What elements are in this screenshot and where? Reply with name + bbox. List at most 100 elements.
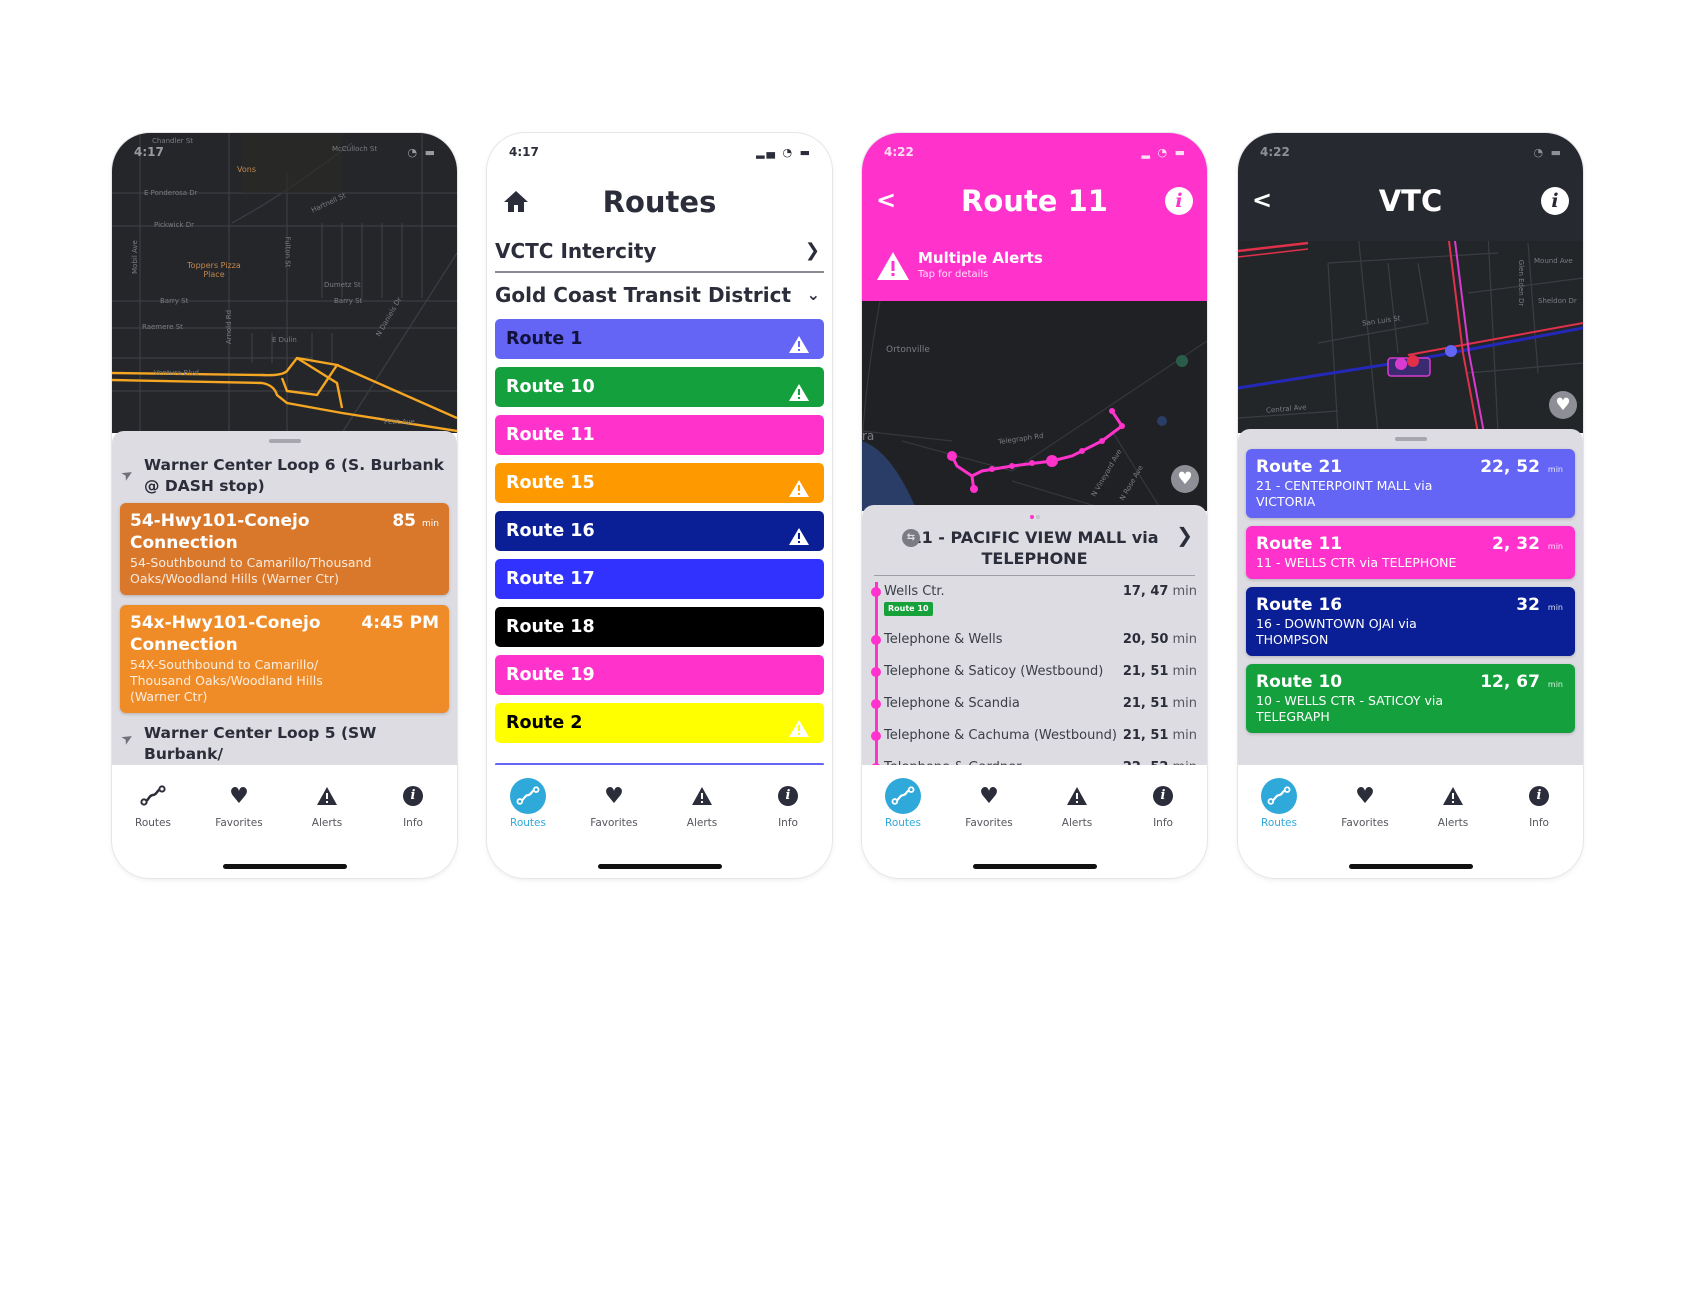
tab-label: Alerts (1437, 817, 1469, 829)
alert-subtitle: Tap for details (918, 269, 989, 280)
favorite-button[interactable]: ♥ (1549, 391, 1577, 419)
chevron-right-icon[interactable]: ❯ (1176, 525, 1193, 546)
home-button[interactable] (503, 189, 529, 217)
alert-icon (788, 473, 810, 513)
heart-icon: ♥ (1177, 469, 1193, 489)
route-item[interactable]: Route 18 (495, 607, 824, 647)
stop-name: Telephone & Saticoy (Westbound) (884, 664, 1104, 679)
arrival-card[interactable]: 54-Hwy101-Conejo Connection 85 min 54-Sou… (120, 503, 449, 595)
alert-icon (788, 521, 810, 561)
arrival-card[interactable]: 54x-Hwy101-Conejo Connection 4:45 PM 54X… (120, 605, 449, 713)
stops-sheet[interactable]: ⇆ 11 - PACIFIC VIEW MALL via TELEPHONE ❯… (862, 505, 1207, 765)
tab-alerts[interactable]: Alerts (667, 779, 737, 829)
route-item[interactable]: Route 16 (495, 511, 824, 551)
tab-label: Info (1153, 817, 1173, 829)
tab-label: Routes (510, 817, 546, 829)
route-item[interactable]: Route 2 (495, 703, 824, 743)
route-item[interactable]: Route 1 (495, 319, 824, 359)
tab-info[interactable]: i Info (378, 779, 448, 829)
tab-label: Info (1529, 817, 1549, 829)
info-icon: i (1153, 786, 1173, 806)
tab-alerts[interactable]: Alerts (1418, 779, 1488, 829)
status-time: 4:17 (509, 145, 539, 159)
phone-screen-stop-arrivals: Chandler St McCulloch St Vons E Ponderos… (112, 133, 457, 878)
map-label: Mound Ave (1534, 257, 1573, 265)
stop-header[interactable]: ➤ Warner Center Loop 6 (S. Burbank @ DAS… (112, 443, 457, 497)
arrival-card[interactable]: Route 10 12, 67 min 10 - WELLS CTR - SATICO… (1246, 664, 1575, 733)
tab-routes[interactable]: Routes (1244, 778, 1314, 829)
stop-title: Warner Center Loop 5 (SW Burbank/ (144, 724, 377, 763)
eta-value: 2, 32 (1492, 534, 1540, 554)
tab-info[interactable]: i Info (1128, 779, 1198, 829)
stop-times-value: 21, 51 (1122, 696, 1169, 711)
agency-row-gold-coast[interactable]: Gold Coast Transit District ⌄ (495, 273, 824, 317)
tab-info[interactable]: i Info (1504, 779, 1574, 829)
map-view[interactable]: Ortonville Telegraph Rd ra N Vineyard Av… (862, 301, 1207, 511)
route-label: Route 2 (506, 713, 583, 733)
warning-icon (877, 252, 909, 280)
home-indicator[interactable] (597, 864, 722, 869)
tab-favorites[interactable]: ♥ Favorites (204, 779, 274, 830)
arrival-card[interactable]: Route 11 2, 32 min 11 - WELLS CTR via TELEP… (1246, 526, 1575, 579)
stop-row[interactable]: Telephone & Cachuma (Westbound) 21, 51 min (871, 720, 1207, 752)
map-label: Pickwick Dr (154, 221, 194, 229)
arrival-description: 54X-Southbound to Camarillo/ Thousand Oa… (130, 657, 323, 704)
arrivals-sheet[interactable]: ➤ Warner Center Loop 6 (S. Burbank @ DAS… (112, 431, 457, 765)
stop-header[interactable]: ➤ Warner Center Loop 5 (SW Burbank/ (112, 713, 457, 765)
sheet-grabber[interactable] (1394, 437, 1427, 441)
tab-favorites[interactable]: ♥ Favorites (1330, 779, 1400, 830)
tab-label: Favorites (590, 817, 638, 829)
stop-row[interactable]: Telephone & Saticoy (Westbound) 21, 51 min (871, 656, 1207, 688)
agency-row-vctc[interactable]: VCTC Intercity ❯ (495, 229, 824, 273)
home-indicator[interactable] (1348, 864, 1473, 869)
stop-name: Telephone & Cachuma (Westbound) (884, 728, 1117, 743)
tab-alerts[interactable]: Alerts (292, 779, 362, 829)
tab-favorites[interactable]: ♥ Favorites (579, 779, 649, 830)
status-time: 4:22 (884, 145, 914, 159)
warning-icon (317, 787, 337, 805)
tab-routes[interactable]: Routes (868, 778, 938, 829)
route-item[interactable]: Route 19 (495, 655, 824, 695)
stop-row[interactable]: Wells Ctr. 17, 47 min Route 10 (871, 576, 1207, 624)
arrival-description: 16 - DOWNTOWN OJAI via THOMPSON (1256, 616, 1417, 647)
route-label: Route 18 (506, 617, 595, 637)
direction-header[interactable]: ⇆ 11 - PACIFIC VIEW MALL via TELEPHONE ❯ (862, 521, 1207, 575)
route-map (1238, 233, 1583, 433)
eta-unit: min (1547, 603, 1563, 612)
arrival-eta: 4:45 PM (361, 613, 439, 633)
arrival-card[interactable]: Route 16 32 min 16 - DOWNTOWN OJAI via THOM… (1246, 587, 1575, 656)
stop-list: Wells Ctr. 17, 47 min Route 10 Telephone & W… (862, 576, 1207, 765)
stop-row[interactable]: Telephone & Wells 20, 50 min (871, 624, 1207, 656)
stop-row[interactable]: Telephone & Scandia 21, 51 min (871, 688, 1207, 720)
heart-icon: ♥ (979, 783, 999, 809)
stop-times-unit: min (1172, 632, 1197, 647)
route-map (862, 301, 1207, 511)
home-indicator[interactable] (972, 864, 1097, 869)
tab-favorites[interactable]: ♥ Favorites (954, 779, 1024, 830)
route-item[interactable]: Route 11 (495, 415, 824, 455)
map-view[interactable]: Chandler St McCulloch St Vons E Ponderos… (112, 133, 457, 433)
heart-icon: ♥ (229, 783, 249, 809)
routes-icon-active (1261, 778, 1297, 814)
tab-label: Info (778, 817, 798, 829)
map-view[interactable]: San Luis St Mound Ave Sheldon Dr Glen Ed… (1238, 233, 1583, 433)
info-button[interactable]: i (1165, 187, 1193, 215)
tab-info[interactable]: i Info (753, 779, 823, 829)
warning-icon (1067, 787, 1087, 805)
map-label: Glen Eden Dr (1517, 259, 1526, 307)
info-button[interactable]: i (1541, 187, 1569, 215)
home-indicator[interactable] (222, 864, 347, 869)
tab-alerts[interactable]: Alerts (1042, 779, 1112, 829)
route-label: Route 1 (506, 329, 583, 349)
arrivals-sheet[interactable]: Route 21 22, 52 min 21 - CENTERPOINT MALL v… (1238, 429, 1583, 765)
tab-routes[interactable]: Routes (118, 779, 188, 829)
route-label: Route 11 (506, 425, 595, 445)
route-item[interactable]: Route 17 (495, 559, 824, 599)
tab-routes[interactable]: Routes (493, 778, 563, 829)
route-item[interactable]: Route 10 (495, 367, 824, 407)
transfer-route-badge[interactable]: Route 10 (884, 602, 933, 616)
arrival-card[interactable]: Route 21 22, 52 min 21 - CENTERPOINT MALL v… (1246, 449, 1575, 518)
favorite-button[interactable]: ♥ (1171, 465, 1199, 493)
stop-row[interactable]: Telephone & Gardner22, 52min (871, 752, 1207, 765)
route-item[interactable]: Route 15 (495, 463, 824, 503)
